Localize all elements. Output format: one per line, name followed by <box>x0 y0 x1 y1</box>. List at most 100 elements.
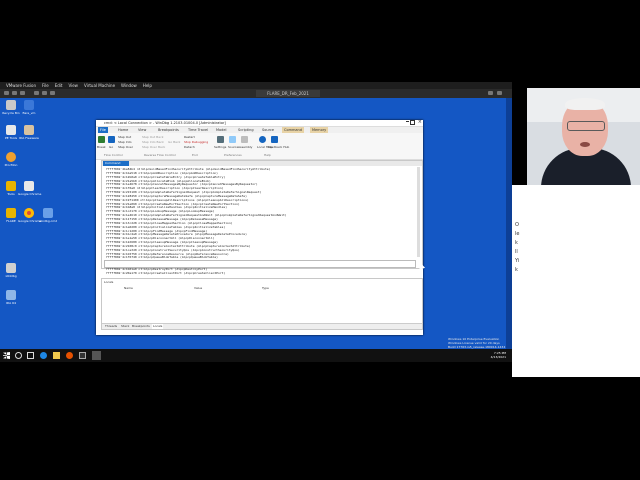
close-icon[interactable]: × <box>418 119 422 125</box>
assembly-icon[interactable] <box>241 136 248 143</box>
minimize-window-icon[interactable] <box>12 91 17 95</box>
feedback-icon[interactable] <box>271 136 278 143</box>
detach-button[interactable]: Detach <box>184 145 195 149</box>
tab-breakpoints-pane[interactable]: Breakpoints <box>132 324 150 329</box>
desktop-icon-x64dbg[interactable]: x64dbg <box>0 263 22 278</box>
vmware-view-menu[interactable]: View <box>68 83 78 88</box>
tab-locals[interactable]: Locals <box>152 324 164 329</box>
windbg-titlebar[interactable]: cmd: < Local Connection > - WinDbg 1.210… <box>96 119 423 127</box>
desktop-icon-procmon[interactable]: ProcMon <box>0 152 22 167</box>
side-window-text-fragment: Yi <box>515 258 520 264</box>
vmware-menubar: VMware Fusion File Edit View Virtual Mac… <box>0 82 512 89</box>
step-over-back-button[interactable]: Step Over Back <box>142 145 165 149</box>
group-label-preferences: Preferences <box>224 153 242 157</box>
restart-button[interactable]: Restart <box>184 135 195 139</box>
windbg-taskbar-icon[interactable] <box>92 351 101 360</box>
taskbar-clock[interactable]: 7:25 PM 4/13/2021 <box>491 351 506 359</box>
help-icon[interactable] <box>259 136 266 143</box>
vmware-app-menu[interactable]: VMware Fusion <box>6 83 36 88</box>
locals-pane: Locals Name Value Type Threads Stack Bre… <box>101 278 423 330</box>
desktop-icon-chrome[interactable]: Google Chrome <box>18 181 42 196</box>
desktop-icon-label: ProcMon <box>4 163 18 167</box>
task-view-icon[interactable] <box>27 352 34 359</box>
search-icon[interactable] <box>15 352 22 359</box>
tab-stack[interactable]: Stack <box>121 324 129 329</box>
chrome-icon <box>24 208 34 218</box>
vmware-help-menu[interactable]: Help <box>143 83 152 88</box>
source-icon[interactable] <box>229 136 236 143</box>
feedback-hub-label: Feedback Hub <box>268 145 290 149</box>
locals-column-type[interactable]: Type <box>262 286 269 290</box>
break-icon[interactable] <box>98 136 105 143</box>
go-icon[interactable] <box>108 136 115 143</box>
desktop-icon-label: Google Chrome <box>18 192 42 196</box>
webcam-overlay <box>527 88 640 185</box>
step-into-button[interactable]: Step Into <box>118 140 132 144</box>
command-scrollbar[interactable] <box>417 167 420 257</box>
locals-column-name[interactable]: Name <box>124 286 133 290</box>
firefox-icon[interactable] <box>66 352 73 359</box>
vm-tab-label: FLARE_DR_Feb_2021 <box>267 91 309 96</box>
command-pane: Command fffff802`4be84b4 nt!AlpcGuidBase… <box>101 160 423 275</box>
step-out-back-button[interactable]: Step Out Back <box>142 135 163 139</box>
file-icon <box>6 125 16 135</box>
go-back-button[interactable]: Go Back <box>168 140 180 144</box>
windbg-window: cmd: < Local Connection > - WinDbg 1.210… <box>96 119 423 335</box>
tab-threads[interactable]: Threads <box>105 324 117 329</box>
ribbon: Break Go Step Out Step Into Step Over St… <box>96 133 423 160</box>
maximize-icon[interactable] <box>410 120 415 125</box>
desktop-icon-label: windbg.cmd <box>38 219 58 223</box>
start-icon[interactable] <box>3 352 10 359</box>
vmware-edit-menu[interactable]: Edit <box>55 83 63 88</box>
desktop-icon-ida-freeware[interactable]: IDA Freeware <box>18 125 40 140</box>
close-window-icon[interactable] <box>4 91 9 95</box>
step-into-back-button[interactable]: Step Into Back <box>142 140 164 144</box>
desktop-icon-flare-vm[interactable]: flare_vm <box>18 100 40 115</box>
vm-tab[interactable]: FLARE_DR_Feb_2021 <box>256 90 320 97</box>
vmware-virtual-machine-menu[interactable]: Virtual Machine <box>84 83 115 88</box>
desktop-icon-label: flare_vm <box>22 111 36 115</box>
break-label: Break <box>97 145 106 149</box>
file-icon <box>24 181 34 191</box>
step-out-button[interactable]: Step Out <box>118 135 131 139</box>
desktop-icon-label: x64dbg <box>5 274 17 278</box>
source-label: Source <box>228 145 239 149</box>
folder-icon <box>6 181 16 191</box>
group-label-reverse-flow: Reverse Flow Control <box>144 153 176 157</box>
vmware-window-menu[interactable]: Window <box>121 83 137 88</box>
desktop-icon-ida-64[interactable]: IDA 64 <box>0 290 22 305</box>
side-window-text-fragment: k <box>515 267 518 273</box>
fullscreen-icon[interactable] <box>497 91 502 95</box>
ida-icon <box>6 290 16 300</box>
minimize-icon[interactable] <box>406 121 409 122</box>
webcam-person-mouth <box>580 142 590 147</box>
step-over-button[interactable]: Step Over <box>118 145 133 149</box>
sidebar-toggle-icon[interactable] <box>34 91 39 95</box>
activation-watermark: Windows 10 Enterprise Evaluation Windows… <box>448 337 505 349</box>
edge-icon[interactable] <box>40 352 47 359</box>
group-label-end: End <box>192 153 198 157</box>
procmon-icon <box>6 152 16 162</box>
file-icon <box>6 263 16 273</box>
zoom-window-icon[interactable] <box>20 91 25 95</box>
desktop-icon-label: IDA 64 <box>6 301 16 305</box>
side-window-text-fragment: ll <box>515 249 518 255</box>
snapshot-icon[interactable] <box>50 91 55 95</box>
windbg-title: cmd: < Local Connection > - WinDbg 1.210… <box>104 121 226 125</box>
locals-column-value[interactable]: Value <box>194 286 202 290</box>
bottom-tab-strip: Threads Stack Breakpoints Locals <box>102 323 422 329</box>
command-pane-tab[interactable]: Command <box>103 161 129 166</box>
settings-icon[interactable] <box>217 136 224 143</box>
vmware-file-menu[interactable]: File <box>42 83 49 88</box>
clock-date: 4/13/2021 <box>490 355 506 359</box>
command-input[interactable] <box>104 260 416 268</box>
settings-icon[interactable] <box>488 91 493 95</box>
command-output-line: fffff802`4c20a170 nt!AlpcpCreateClientPo… <box>106 271 226 275</box>
side-window: Ole k ll Yi k <box>512 185 640 377</box>
pause-vm-icon[interactable] <box>42 91 47 95</box>
desktop-icon-windbg-cmd[interactable]: windbg.cmd <box>37 208 59 223</box>
stop-debugging-button[interactable]: Stop Debugging <box>184 140 208 144</box>
terminal-icon[interactable] <box>79 352 86 359</box>
side-window-text-fragment: le <box>515 231 520 237</box>
file-explorer-icon[interactable] <box>53 352 60 359</box>
